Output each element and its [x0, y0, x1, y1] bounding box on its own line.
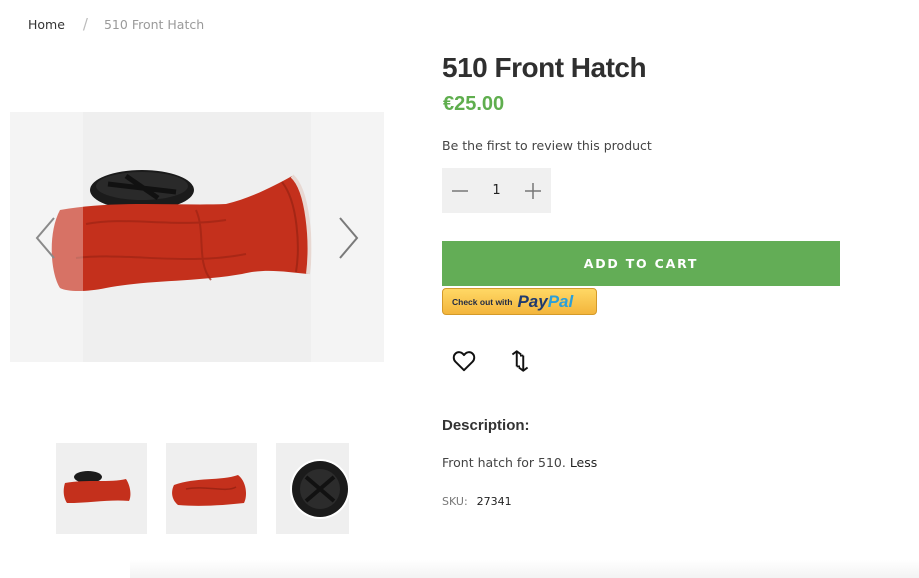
- sku-value: 27341: [476, 495, 512, 508]
- quantity-increase-button[interactable]: [515, 168, 551, 213]
- thumbnail-2[interactable]: [166, 443, 257, 534]
- quantity-decrease-button[interactable]: [442, 168, 478, 213]
- gallery-next-button[interactable]: [336, 216, 360, 260]
- gallery-prev-button[interactable]: [34, 216, 58, 260]
- minus-icon: [452, 189, 468, 192]
- plus-icon: [525, 182, 541, 199]
- compare-arrows-icon: [511, 350, 529, 372]
- paypal-logo-pal: Pal: [547, 291, 574, 311]
- breadcrumb-separator: /: [82, 15, 88, 33]
- breadcrumb: Home / 510 Front Hatch: [28, 15, 204, 33]
- paypal-logo-pay: Pay: [517, 291, 548, 311]
- page-bottom-shadow: [130, 560, 919, 578]
- heart-icon: [452, 351, 476, 372]
- add-to-cart-button[interactable]: ADD TO CART: [442, 241, 840, 286]
- thumbnail-image: [63, 471, 131, 503]
- product-price: €25.00: [443, 93, 505, 115]
- thumbnail-3[interactable]: [276, 443, 349, 534]
- product-title: 510 Front Hatch: [442, 52, 647, 83]
- breadcrumb-current: 510 Front Hatch: [103, 16, 205, 32]
- description-less-toggle[interactable]: Less: [570, 455, 597, 470]
- paypal-logo: PayPal: [517, 292, 573, 312]
- add-to-compare-button[interactable]: [507, 348, 533, 374]
- breadcrumb-home-link[interactable]: Home: [28, 17, 65, 32]
- product-image-gallery[interactable]: [10, 112, 384, 362]
- product-main-image: [51, 170, 312, 291]
- description-text: Front hatch for 510. Less: [442, 455, 597, 470]
- thumbnail-image: [290, 459, 349, 519]
- quantity-stepper: [442, 168, 551, 213]
- review-link[interactable]: Be the first to review this product: [442, 138, 652, 153]
- quantity-input[interactable]: [478, 168, 515, 213]
- sku-row: SKU: 27341: [442, 495, 512, 508]
- description-heading: Description:: [442, 417, 530, 434]
- paypal-checkout-button[interactable]: Check out with PayPal: [442, 288, 597, 315]
- description-body: Front hatch for 510.: [442, 455, 570, 470]
- thumbnail-1[interactable]: [56, 443, 147, 534]
- thumbnail-strip: [56, 443, 368, 534]
- add-to-wishlist-button[interactable]: [451, 348, 477, 374]
- chevron-left-icon: [35, 217, 55, 259]
- sku-label: SKU:: [442, 495, 468, 508]
- chevron-right-icon: [339, 217, 359, 259]
- thumbnail-image: [172, 475, 246, 506]
- paypal-checkout-text: Check out with: [452, 296, 513, 307]
